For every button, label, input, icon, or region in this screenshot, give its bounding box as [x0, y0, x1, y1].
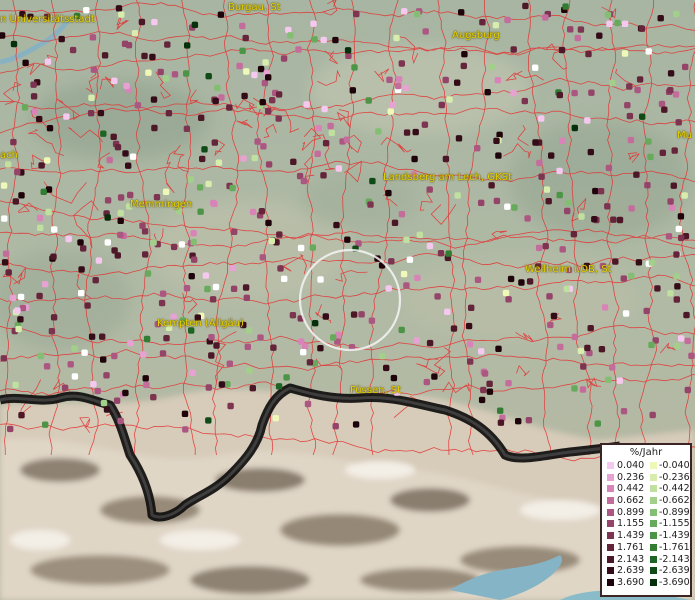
- legend-value-positive: 0.236: [617, 471, 645, 483]
- city-label: Landsberg am Lech, GKSt: [383, 172, 512, 183]
- city-label: Memmingen: [130, 199, 193, 210]
- legend-swatch-positive: [607, 555, 614, 563]
- legend-swatch-negative: [650, 532, 657, 540]
- legend-value-positive: 2.143: [617, 553, 645, 565]
- legend-value-negative: -0.236: [659, 471, 690, 483]
- legend-swatch-negative: [650, 485, 657, 493]
- legend-swatch-positive: [607, 532, 614, 540]
- legend-swatch-positive: [607, 543, 614, 551]
- legend-value-positive: 0.040: [617, 460, 645, 471]
- legend-swatch-negative: [650, 462, 657, 469]
- legend-value-negative: -3.690: [659, 576, 690, 588]
- city-label: Mu: [677, 130, 692, 141]
- legend-value-positive: 0.442: [617, 483, 645, 495]
- legend-value-positive: 3.690: [617, 576, 645, 588]
- legend-row: 0.899 -0.899: [602, 507, 690, 519]
- legend-row: 1.761 -1.761: [602, 542, 690, 554]
- legend-swatch-negative: [650, 508, 657, 516]
- legend-value-negative: -1.761: [659, 541, 690, 553]
- legend-swatch-positive: [607, 567, 614, 575]
- legend: %/Jahr 0.040 -0.040 0.236 -0.236 0.442 -0.442…: [600, 443, 692, 597]
- legend-value-positive: 2.639: [617, 565, 645, 577]
- legend-title: %/Jahr: [629, 447, 663, 458]
- legend-value-positive: 0.662: [617, 495, 645, 507]
- legend-value-negative: -1.155: [659, 518, 690, 530]
- legend-swatch-positive: [607, 578, 614, 586]
- legend-swatch-positive: [607, 497, 614, 505]
- legend-swatch-negative: [650, 473, 657, 481]
- legend-row: 0.662 -0.662: [602, 495, 690, 507]
- legend-value-negative: -0.899: [659, 506, 690, 518]
- city-label: ach: [0, 150, 18, 161]
- legend-swatch-negative: [650, 555, 657, 563]
- legend-value-negative: -0.442: [659, 483, 690, 495]
- legend-value-positive: 0.899: [617, 506, 645, 518]
- legend-value-negative: -0.662: [659, 495, 690, 507]
- city-label: Weilheim i.OB, St: [525, 264, 612, 275]
- legend-value-positive: 1.761: [617, 541, 645, 553]
- map-view[interactable]: n Universitätsstadt Burgau, St Augsburg …: [0, 0, 695, 600]
- legend-value-negative: -0.040: [659, 460, 690, 471]
- legend-swatch-positive: [607, 473, 614, 481]
- legend-value-negative: -2.639: [659, 565, 690, 577]
- city-label: Füssen, St: [350, 385, 402, 396]
- legend-swatch-positive: [607, 508, 614, 516]
- legend-swatch-positive: [607, 485, 614, 493]
- legend-row: 2.143 -2.143: [602, 554, 690, 566]
- city-label: n Universitätsstadt: [0, 14, 95, 25]
- legend-swatch-negative: [650, 497, 657, 505]
- legend-row: 2.639 -2.639: [602, 565, 690, 577]
- legend-value-positive: 1.155: [617, 518, 645, 530]
- legend-swatch-positive: [607, 462, 614, 469]
- legend-swatch-negative: [650, 567, 657, 575]
- legend-row: 3.690 -3.690: [602, 577, 690, 589]
- legend-row: 0.442 -0.442: [602, 483, 690, 495]
- legend-swatch-negative: [650, 543, 657, 551]
- legend-swatch-positive: [607, 520, 614, 528]
- legend-value-negative: -2.143: [659, 553, 690, 565]
- legend-rows: 0.040 -0.040 0.236 -0.236 0.442 -0.442 0.662 -0…: [602, 460, 690, 589]
- legend-row: 1.439 -1.439: [602, 530, 690, 542]
- selection-circle[interactable]: [0, 0, 695, 600]
- legend-value-negative: -1.439: [659, 530, 690, 542]
- legend-row: 0.236 -0.236: [602, 472, 690, 484]
- city-label: Augsburg: [452, 30, 500, 41]
- legend-row: 0.040 -0.040: [602, 460, 690, 472]
- city-label: Burgau, St: [228, 2, 281, 13]
- legend-row: 1.155 -1.155: [602, 518, 690, 530]
- legend-swatch-negative: [650, 578, 657, 586]
- legend-value-positive: 1.439: [617, 530, 645, 542]
- legend-swatch-negative: [650, 520, 657, 528]
- city-label: Kempten (Allgäu): [157, 318, 244, 329]
